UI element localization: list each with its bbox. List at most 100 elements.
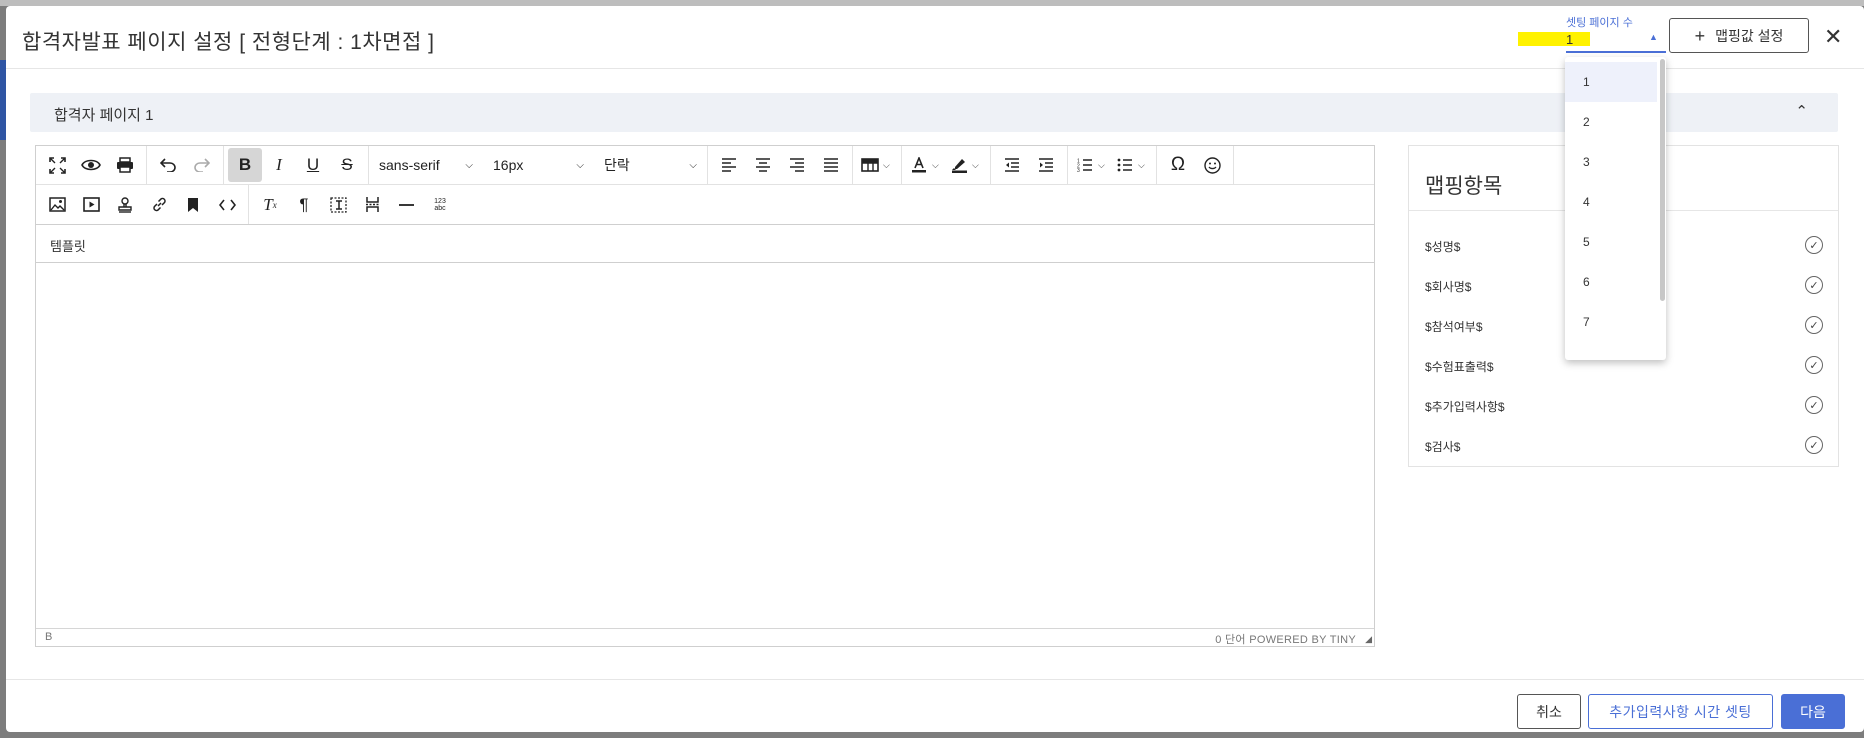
caret-up-icon[interactable]: ▲ <box>1649 32 1658 42</box>
bullet-list-icon <box>1112 148 1138 182</box>
mapping-item-label: $검사$ <box>1425 440 1461 454</box>
block-format-select[interactable]: 단락 ⌵ <box>594 148 707 182</box>
mapping-item[interactable]: $검사$ ✓ <box>1425 436 1823 458</box>
page-section-label: 합격자 페이지 1 <box>54 107 154 124</box>
align-right-icon[interactable] <box>780 148 814 182</box>
block-format-value: 단락 <box>604 157 630 173</box>
mapping-panel-title: 맵핑항목 <box>1425 175 1503 198</box>
editor-toolbar-row-1: B I U S sans-serif ⌵ 16px ⌵ 단락 ⌵ ⌵ ⌵ ⌵ 1… <box>36 145 1374 185</box>
mapping-item[interactable]: $수험표출력$ ✓ <box>1425 356 1823 378</box>
image-icon[interactable] <box>40 188 74 222</box>
resize-handle-icon[interactable]: ◢ <box>1365 634 1372 645</box>
clear-formatting-icon[interactable]: Tx <box>253 188 287 222</box>
next-button[interactable]: 다음 <box>1781 694 1845 729</box>
page-settings-modal: 합격자발표 페이지 설정 [ 전형단계 : 1차면접 ] 셋팅 페이지 수 1 … <box>6 6 1864 732</box>
code-icon[interactable] <box>210 188 244 222</box>
check-circle-icon[interactable]: ✓ <box>1805 276 1823 294</box>
table-icon <box>857 148 883 182</box>
indent-icon[interactable] <box>1029 148 1063 182</box>
check-circle-icon[interactable]: ✓ <box>1805 396 1823 414</box>
stamp-icon[interactable] <box>108 188 142 222</box>
align-justify-icon[interactable] <box>814 148 848 182</box>
fullscreen-icon[interactable] <box>40 148 74 182</box>
page-count-highlight <box>1518 32 1590 46</box>
mapping-value-button-label: 맵핑값 설정 <box>1715 27 1784 44</box>
bold-icon[interactable]: B <box>228 148 262 182</box>
numbered-list-icon: 123 <box>1072 148 1098 182</box>
font-family-value: sans-serif <box>379 157 440 173</box>
dropdown-option[interactable]: 6 <box>1565 262 1657 302</box>
dropdown-option[interactable]: 7 <box>1565 302 1657 342</box>
numbered-list-button[interactable]: 123 ⌵ <box>1072 148 1112 182</box>
dropdown-option[interactable]: 2 <box>1565 102 1657 142</box>
chevron-down-icon: ⌵ <box>1138 159 1145 170</box>
word-count-icon[interactable]: 123 abc <box>423 188 457 222</box>
dropdown-option[interactable]: 3 <box>1565 142 1657 182</box>
mapping-item-label: $회사명$ <box>1425 280 1472 294</box>
strikethrough-icon[interactable]: S <box>330 148 364 182</box>
dropdown-option[interactable]: 5 <box>1565 222 1657 262</box>
cancel-button[interactable]: 취소 <box>1517 694 1581 729</box>
template-bar[interactable]: 템플릿 <box>36 225 1374 263</box>
page-count-underline <box>1566 51 1666 53</box>
page-count-value[interactable]: 1 <box>1566 32 1573 47</box>
underline-icon[interactable]: U <box>296 148 330 182</box>
mapping-item[interactable]: $추가입력사항$ ✓ <box>1425 396 1823 418</box>
check-circle-icon[interactable]: ✓ <box>1805 436 1823 454</box>
text-color-button[interactable]: ⌵ <box>906 148 946 182</box>
mapping-item-label: $성명$ <box>1425 240 1461 254</box>
page-count-label: 셋팅 페이지 수 <box>1566 17 1633 29</box>
print-icon[interactable] <box>108 148 142 182</box>
font-family-select[interactable]: sans-serif ⌵ <box>369 148 483 182</box>
dropdown-scrollbar[interactable] <box>1660 59 1665 301</box>
check-circle-icon[interactable]: ✓ <box>1805 236 1823 254</box>
page-count-dropdown: 1 2 3 4 5 6 7 <box>1565 57 1666 360</box>
horizontal-line-icon[interactable] <box>389 188 423 222</box>
check-circle-icon[interactable]: ✓ <box>1805 356 1823 374</box>
paragraph-mark-icon[interactable]: ¶ <box>287 188 321 222</box>
highlight-color-button[interactable]: ⌵ <box>946 148 986 182</box>
modal-footer-divider <box>6 679 1864 680</box>
svg-text:3: 3 <box>1077 168 1080 172</box>
link-icon[interactable] <box>142 188 176 222</box>
chevron-down-icon: ⌵ <box>932 159 939 170</box>
template-label[interactable]: 템플릿 <box>50 236 86 255</box>
italic-icon[interactable]: I <box>262 148 296 182</box>
extra-input-time-setting-button[interactable]: 추가입력사항 시간 셋팅 <box>1588 694 1773 729</box>
table-button[interactable]: ⌵ <box>857 148 897 182</box>
rich-text-editor: B I U S sans-serif ⌵ 16px ⌵ 단락 ⌵ ⌵ ⌵ ⌵ 1… <box>35 145 1375 647</box>
plus-icon: + <box>1694 25 1706 46</box>
bookmark-icon[interactable] <box>176 188 210 222</box>
check-circle-icon[interactable]: ✓ <box>1805 316 1823 334</box>
element-path[interactable]: B <box>45 631 52 643</box>
chevron-down-icon: ⌵ <box>576 159 584 171</box>
show-blocks-icon[interactable] <box>321 188 355 222</box>
align-left-icon[interactable] <box>712 148 746 182</box>
editor-toolbar-row-2: Tx ¶ 123 abc <box>36 185 456 224</box>
close-icon[interactable]: ✕ <box>1824 26 1842 48</box>
mapping-item-label: $추가입력사항$ <box>1425 400 1505 414</box>
chevron-up-icon[interactable]: ⌃ <box>1795 102 1808 120</box>
align-center-icon[interactable] <box>746 148 780 182</box>
redo-icon[interactable] <box>185 148 219 182</box>
chevron-down-icon: ⌵ <box>1098 159 1105 170</box>
emoji-icon[interactable] <box>1195 148 1229 182</box>
page-break-icon[interactable] <box>355 188 389 222</box>
mapping-item-label: $참석여부$ <box>1425 320 1483 334</box>
mapping-value-button[interactable]: + 맵핑값 설정 <box>1669 18 1809 53</box>
dropdown-option[interactable]: 4 <box>1565 182 1657 222</box>
font-size-select[interactable]: 16px ⌵ <box>483 148 594 182</box>
word-count-branding: 0 단어 POWERED BY TINY <box>1215 634 1356 646</box>
preview-icon[interactable] <box>74 148 108 182</box>
outdent-icon[interactable] <box>995 148 1029 182</box>
special-character-icon[interactable]: Ω <box>1161 148 1195 182</box>
chevron-down-icon: ⌵ <box>972 159 979 170</box>
undo-icon[interactable] <box>151 148 185 182</box>
editor-statusbar: B 0 단어 POWERED BY TINY ◢ <box>36 628 1374 646</box>
dropdown-option[interactable]: 1 <box>1565 62 1657 102</box>
chevron-down-icon: ⌵ <box>465 159 473 171</box>
media-icon[interactable] <box>74 188 108 222</box>
bullet-list-button[interactable]: ⌵ <box>1112 148 1152 182</box>
modal-title: 합격자발표 페이지 설정 [ 전형단계 : 1차면접 ] <box>22 31 435 54</box>
chevron-down-icon: ⌵ <box>689 159 697 171</box>
